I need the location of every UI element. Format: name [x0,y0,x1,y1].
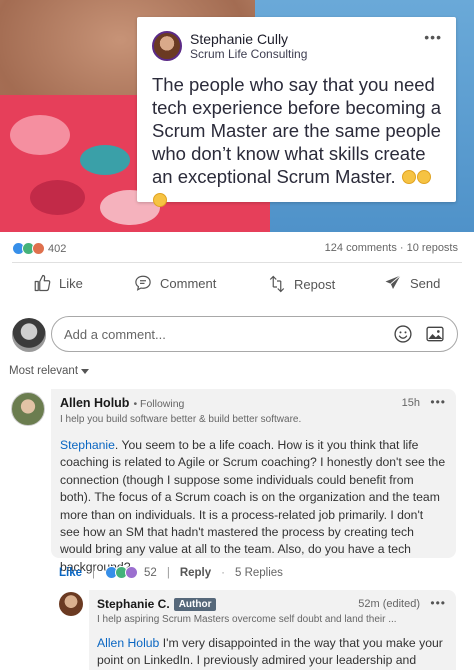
reply-author-name[interactable]: Stephanie C. [97,597,170,611]
post-actions: Like Comment Repost Send [0,274,474,302]
quote-card-header: Stephanie Cully Scrum Life Consulting [152,31,442,61]
add-photo-button[interactable] [425,324,445,344]
mention-link[interactable]: Stephanie [60,438,115,452]
reply-text: Allen Holub I'm very disappointed in the… [97,635,446,670]
comment-text: Stephanie. You seem to be a life coach. … [60,437,446,576]
like-label: Like [59,275,83,291]
comment-body: . You seem to be a life coach. How is it… [60,438,446,574]
quote-author-info: Stephanie Cully Scrum Life Consulting [190,31,307,61]
send-label: Send [410,275,441,291]
author-badge: Author [173,597,217,611]
sort-comments-dropdown[interactable]: Most relevant [9,365,90,377]
reply-more-options-icon[interactable]: ••• [430,596,446,610]
repost-label: Repost [294,276,336,292]
separator: · [221,566,225,579]
reply-bubble: Stephanie C. Author 52m (edited) ••• I h… [89,590,456,670]
repost-icon [269,275,285,293]
commenter-avatar[interactable] [11,392,45,426]
upside-down-face-emoji-icon [153,193,167,207]
repost-button[interactable]: Repost [268,274,335,294]
comment-actions: Like | 52 | Reply · 5 Replies [59,566,283,579]
upside-down-face-emoji-icon [416,170,431,184]
more-options-icon: ••• [424,29,442,45]
comment-reactions[interactable]: 52 [105,566,157,579]
quote-body: The people who say that you need tech ex… [152,74,441,187]
comment-input[interactable] [64,326,381,342]
follow-status: • Following [133,398,185,410]
commenter-name[interactable]: Allen Holub [60,396,129,410]
comment-label: Comment [160,275,217,291]
quote-author-name: Stephanie Cully [190,31,289,47]
current-user-avatar [12,318,46,352]
commenter-headline: I help you build software better & build… [60,414,302,425]
sort-label: Most relevant [9,365,79,377]
thumbs-up-icon [34,274,51,292]
send-button[interactable]: Send [384,274,440,292]
image-icon [426,326,444,342]
social-counts: 402 124 comments · 10 reposts [0,240,474,258]
quote-author-org: Scrum Life Consulting [190,47,308,61]
like-button[interactable]: Like [33,274,83,292]
comment-more-options-icon[interactable]: ••• [430,395,446,409]
upside-down-face-emoji-icon [401,170,416,184]
reply-button[interactable]: Reply [180,567,211,579]
love-reaction-icon [32,242,45,255]
emoji-picker-button[interactable] [393,324,413,344]
smiley-icon [394,325,412,343]
comment-button[interactable]: Comment [134,274,216,292]
comment-reaction-count: 52 [144,566,157,579]
mention-link[interactable]: Allen Holub [97,636,159,650]
reply-time: 52m (edited) [358,598,420,610]
separator: | [92,566,96,579]
post-image[interactable]: Stephanie Cully Scrum Life Consulting ••… [0,0,474,232]
replies-count[interactable]: 5 Replies [235,567,283,579]
reactions-summary[interactable]: 402 [12,242,66,255]
divider [12,262,462,263]
reposts-count[interactable]: 10 reposts [407,242,458,254]
separator: | [166,566,170,579]
comment-like-button[interactable]: Like [59,567,82,579]
dress-flower [30,180,85,215]
reply-author-headline: I help aspiring Scrum Masters overcome s… [97,614,397,625]
comment-header: Allen Holub • Following [60,396,446,410]
quote-author-avatar [152,31,182,61]
comments-reposts-summary[interactable]: 124 comments · 10 reposts [325,242,458,254]
send-icon [385,275,401,289]
comments-count[interactable]: 124 comments [325,242,397,254]
dress-leaf [80,145,130,175]
meta-separator: · [399,242,404,254]
quote-text: The people who say that you need tech ex… [152,73,442,211]
comment-bubble: Allen Holub • Following 15h ••• I help y… [51,389,456,574]
comment-time: 15h [401,397,420,409]
reply-author-avatar[interactable] [59,592,83,616]
insightful-reaction-icon [125,566,139,579]
comment-icon [135,275,151,291]
comment-box[interactable] [51,316,458,352]
dress-flower [10,115,70,155]
caret-down-icon [81,368,90,374]
reaction-count: 402 [48,242,67,255]
quote-card: Stephanie Cully Scrum Life Consulting ••… [137,17,456,207]
